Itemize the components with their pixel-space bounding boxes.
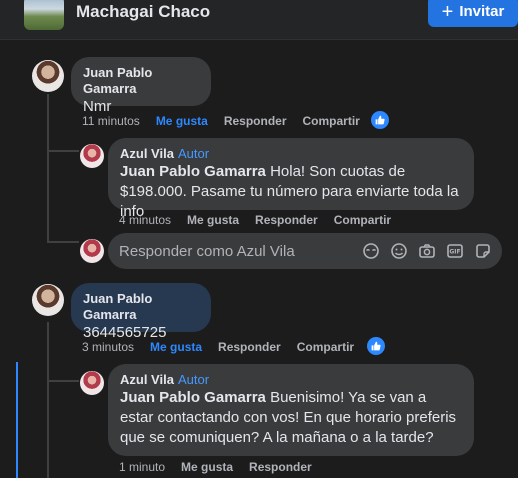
camera-icon[interactable] — [418, 242, 436, 260]
reply-link[interactable]: Responder — [224, 114, 287, 128]
comment-bubble: Juan Pablo Gamarra 3644565725 — [71, 283, 211, 341]
like-link[interactable]: Me gusta — [150, 340, 202, 354]
thread-branch — [47, 380, 79, 382]
author-badge: Autor — [177, 146, 210, 161]
thread-branch — [47, 150, 79, 152]
group-header: Machagai Chaco + Invitar — [0, 0, 518, 40]
share-link[interactable]: Compartir — [334, 213, 391, 227]
svg-text:GIF: GIF — [449, 249, 460, 256]
sticker-icon[interactable] — [474, 242, 492, 260]
emoji-icon[interactable] — [390, 242, 408, 260]
reply-bubble: Azul Vila Autor Juan Pablo Gamarra Hola! … — [108, 138, 474, 220]
reply-input-box[interactable]: GIF — [108, 233, 502, 269]
reply-actions: 1 minuto Me gusta Responder — [119, 460, 328, 474]
like-reaction-icon[interactable] — [371, 111, 389, 129]
reply-actions: 4 minutos Me gusta Responder Compartir — [119, 213, 407, 227]
thread-line — [47, 322, 49, 478]
avatar[interactable] — [80, 371, 104, 395]
comment-actions: 3 minutos Me gusta Responder Compartir — [82, 340, 370, 354]
mention-link[interactable]: Juan Pablo Gamarra — [120, 389, 266, 406]
like-link[interactable]: Me gusta — [187, 213, 239, 227]
comment-author[interactable]: Juan Pablo Gamarra — [83, 291, 199, 323]
avatar[interactable] — [32, 60, 64, 92]
avatar[interactable] — [32, 284, 64, 316]
like-link[interactable]: Me gusta — [156, 114, 208, 128]
gif-icon[interactable]: GIF — [446, 242, 464, 260]
like-reaction-icon[interactable] — [367, 337, 385, 355]
thread-branch — [47, 241, 79, 243]
share-link[interactable]: Compartir — [303, 114, 360, 128]
author-badge: Autor — [177, 372, 210, 387]
reply-link[interactable]: Responder — [249, 460, 312, 474]
comment-bubble: Juan Pablo Gamarra Nmr — [71, 57, 211, 115]
share-link[interactable]: Compartir — [297, 340, 354, 354]
like-link[interactable]: Me gusta — [181, 460, 233, 474]
reply-input[interactable] — [119, 233, 349, 269]
reply-time[interactable]: 4 minutos — [119, 213, 171, 227]
comment-actions: 11 minutos Me gusta Responder Compartir — [82, 114, 376, 128]
comment-author[interactable]: Juan Pablo Gamarra — [83, 65, 199, 97]
reply-time[interactable]: 1 minuto — [119, 460, 165, 474]
comment-time[interactable]: 11 minutos — [82, 114, 140, 128]
comment-time[interactable]: 3 minutos — [82, 340, 134, 354]
reply-link[interactable]: Responder — [255, 213, 318, 227]
thread-line — [47, 94, 49, 242]
avatar-sticker-icon[interactable] — [362, 242, 380, 260]
reply-author[interactable]: Azul Vila — [120, 372, 174, 387]
avatar[interactable] — [80, 144, 104, 168]
reply-author[interactable]: Azul Vila — [120, 146, 174, 161]
plus-icon: + — [441, 0, 454, 23]
mention-link[interactable]: Juan Pablo Gamarra — [120, 163, 266, 180]
group-title[interactable]: Machagai Chaco — [76, 2, 210, 22]
group-cover-image[interactable] — [24, 0, 64, 30]
invite-button-label: Invitar — [459, 3, 505, 20]
avatar — [80, 239, 104, 263]
reply-bubble: Azul Vila Autor Juan Pablo Gamarra Buenis… — [108, 364, 474, 456]
invite-button[interactable]: + Invitar — [428, 0, 518, 27]
reply-link[interactable]: Responder — [218, 340, 281, 354]
highlight-marker — [16, 362, 18, 478]
